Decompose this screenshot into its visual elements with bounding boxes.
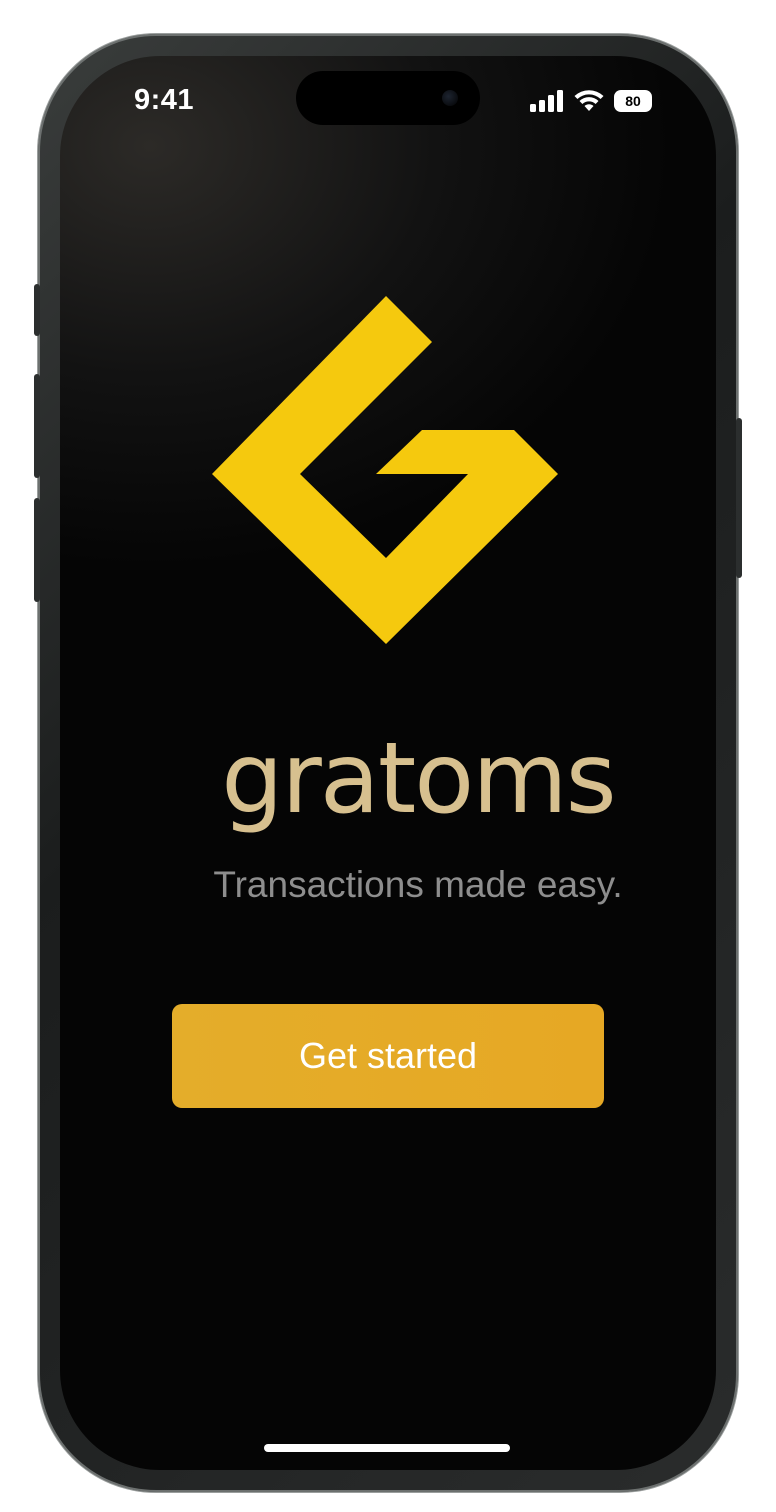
get-started-button[interactable]: Get started — [172, 1004, 604, 1108]
action-button — [34, 284, 40, 336]
status-icons: 80 — [530, 90, 652, 112]
app-screen: 9:41 80 gratoms Transactions made easy. … — [60, 56, 716, 1470]
home-indicator[interactable] — [264, 1444, 510, 1452]
battery-icon: 80 — [614, 90, 652, 112]
volume-up-button — [34, 374, 40, 478]
brand-wordmark: gratoms — [221, 722, 616, 836]
power-button — [736, 418, 742, 578]
tagline: Transactions made easy. — [213, 864, 623, 905]
gratoms-logo-icon — [212, 296, 558, 644]
cellular-signal-icon — [530, 90, 563, 112]
dynamic-island — [296, 71, 480, 125]
status-time: 9:41 — [134, 84, 195, 116]
front-camera-icon — [442, 90, 458, 106]
volume-down-button — [34, 498, 40, 602]
wifi-icon — [574, 90, 604, 111]
